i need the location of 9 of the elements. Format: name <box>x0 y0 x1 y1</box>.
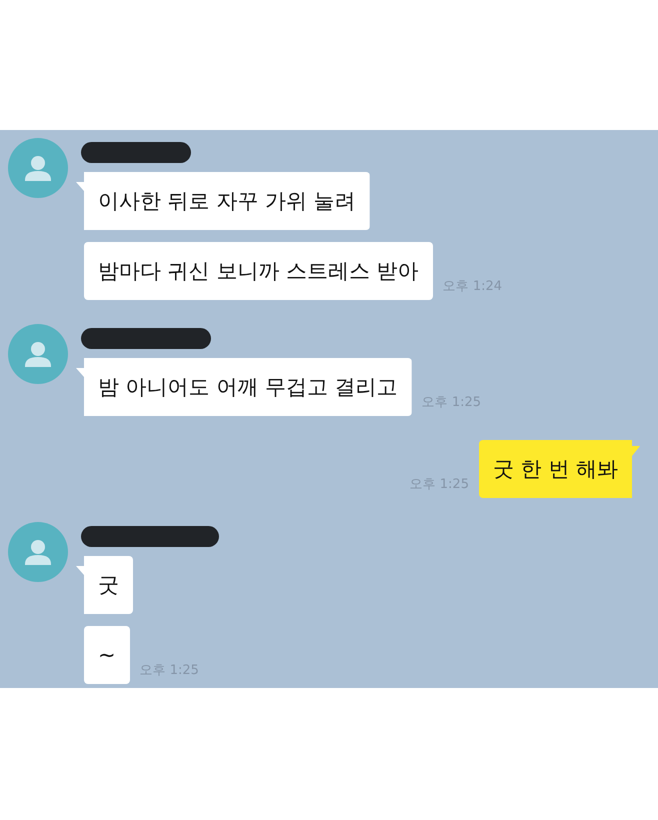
avatar-icon <box>8 324 68 384</box>
avatar-icon <box>8 138 68 198</box>
message-bubble: ~ <box>84 626 130 684</box>
message-bubble: 밤 아니어도 어깨 무겁고 결리고 <box>76 358 412 416</box>
message-bubble: 굿 <box>76 556 133 614</box>
message-bubble: 이사한 뒤로 자꾸 가위 눌려 <box>76 172 370 230</box>
message-bubble: 굿 한 번 해봐 <box>478 440 640 498</box>
avatar-icon <box>8 522 68 582</box>
message-bubble: 밤마다 귀신 보니까 스트레스 받아 <box>84 242 433 300</box>
